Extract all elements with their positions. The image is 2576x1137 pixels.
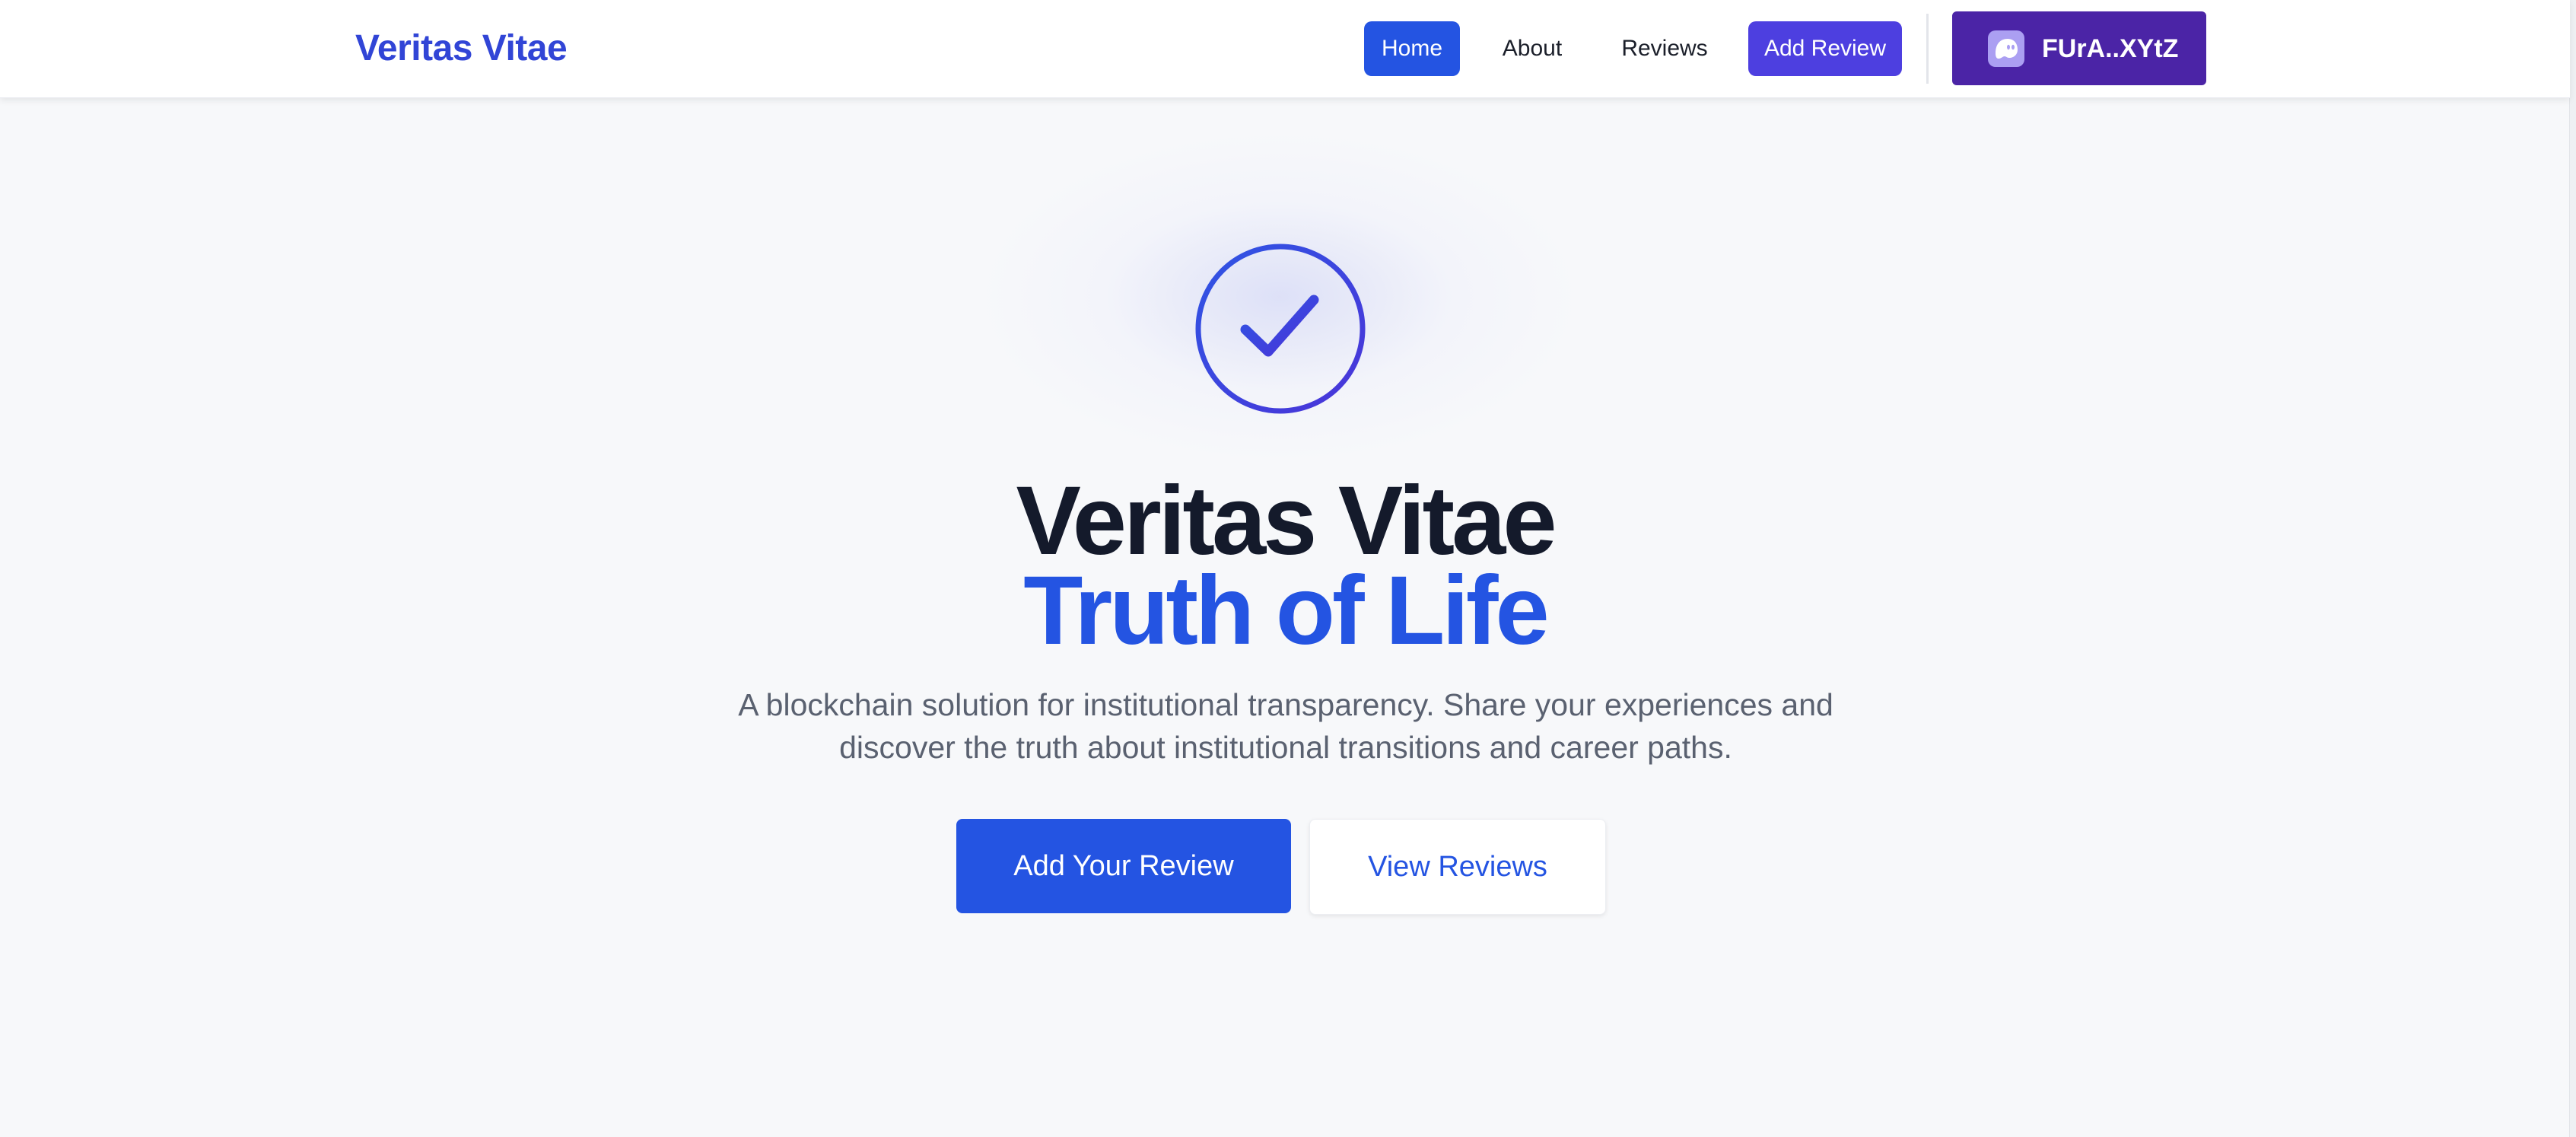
nav-add-review-button[interactable]: Add Review (1748, 21, 1902, 76)
wallet-connect-button[interactable]: FUrA..XYtZ (1952, 11, 2206, 85)
wallet-address-label: FUrA..XYtZ (2042, 34, 2179, 63)
add-your-review-button[interactable]: Add Your Review (956, 819, 1291, 913)
hero-description: A blockchain solution for institutional … (738, 687, 1833, 765)
view-reviews-button[interactable]: View Reviews (1309, 819, 1606, 915)
hero-subtitle: Truth of Life (1023, 556, 1549, 665)
brand-logo[interactable]: Veritas Vitae (355, 26, 568, 72)
page-scrollbar[interactable] (2569, 0, 2576, 1137)
phantom-ghost-icon (1988, 30, 2024, 67)
check-circle-icon (1195, 244, 1366, 414)
nav-about-link[interactable]: About (1484, 21, 1580, 76)
nav-home-button[interactable]: Home (1364, 21, 1460, 76)
nav-divider (1926, 14, 1929, 84)
nav-reviews-link[interactable]: Reviews (1604, 21, 1725, 76)
top-navbar: Veritas Vitae Home About Reviews Add Rev… (0, 0, 2570, 98)
